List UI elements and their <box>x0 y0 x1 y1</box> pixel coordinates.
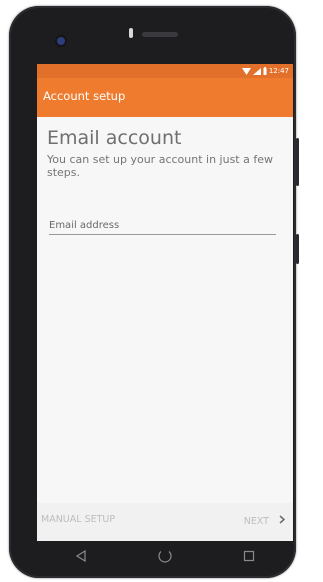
phone-frame: 12:47 Account setup Email account You ca… <box>9 6 299 578</box>
app-title: Account setup <box>43 89 126 103</box>
home-icon[interactable] <box>155 546 175 566</box>
manual-setup-button[interactable]: MANUAL SETUP <box>41 514 115 525</box>
signal-icon <box>252 67 261 75</box>
page-title: Email account <box>47 127 182 149</box>
volume-button <box>296 138 299 186</box>
wifi-icon <box>241 67 251 75</box>
front-camera <box>57 37 65 45</box>
status-bar: 12:47 <box>37 64 293 78</box>
status-time: 12:47 <box>268 67 289 75</box>
status-icons: 12:47 <box>241 64 289 78</box>
recents-icon[interactable] <box>239 546 259 566</box>
next-button[interactable]: NEXT <box>243 512 286 530</box>
earpiece-speaker <box>142 32 178 37</box>
setup-content: Email account You can set up your accoun… <box>37 117 293 503</box>
next-button-label: NEXT <box>243 515 269 527</box>
chevron-right-icon <box>279 515 286 527</box>
email-field[interactable] <box>49 216 276 235</box>
navigation-bar <box>37 541 293 571</box>
power-button <box>296 234 299 264</box>
bottom-bar: MANUAL SETUP NEXT <box>37 503 293 541</box>
page-description: You can set up your account in just a fe… <box>47 153 273 179</box>
app-bar: Account setup <box>37 78 293 117</box>
back-icon[interactable] <box>71 546 91 566</box>
proximity-sensor <box>129 28 133 38</box>
screen: 12:47 Account setup Email account You ca… <box>37 64 293 541</box>
battery-icon <box>263 67 267 75</box>
